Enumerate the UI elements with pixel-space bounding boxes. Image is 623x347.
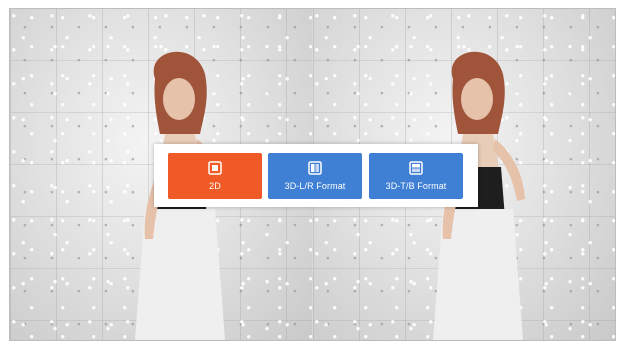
side-by-side-icon (308, 161, 322, 175)
2d-mode-label: 2D (209, 181, 221, 191)
top-bottom-icon (409, 161, 423, 175)
3d-tb-format-button[interactable]: 3D-T/B Format (369, 153, 463, 199)
2d-mode-button[interactable]: 2D (168, 153, 262, 199)
3d-lr-format-button[interactable]: 3D-L/R Format (268, 153, 362, 199)
3d-tb-format-label: 3D-T/B Format (385, 181, 447, 191)
3d-lr-format-label: 3D-L/R Format (284, 181, 346, 191)
2d-mode-icon (208, 161, 222, 175)
3d-mode-selector: 2D 3D-L/R Format 3D-T/B Format (154, 144, 478, 207)
